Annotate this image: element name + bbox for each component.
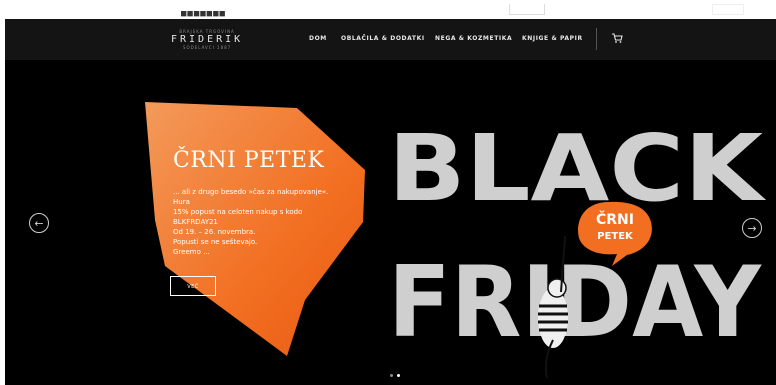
slider-pagination — [390, 362, 404, 381]
browser-top-strip: ■■■■■■■ — [0, 0, 776, 19]
nav-item-oblacila[interactable]: OBLAČILA & DODATKI — [341, 35, 425, 42]
placeholder-dots: ■■■■■■■ — [181, 9, 226, 19]
badge-line2: PETEK — [597, 231, 634, 242]
nav-item-nega[interactable]: NEGA & KOZMETIKA — [435, 35, 512, 42]
promo-title: ČRNI PETEK — [173, 148, 325, 173]
logo-line3: SODELAVCI 1887 — [182, 45, 232, 50]
cart-icon[interactable] — [611, 32, 623, 44]
promo-text: ... ali z drugo besedo »čas za nakupovan… — [173, 188, 329, 256]
pager-dot-2[interactable] — [397, 374, 400, 377]
hero-slider: BLACK FRIDAY ČRNI PETEK ČRNI PETEK ... a… — [5, 60, 776, 385]
nav-item-knjige[interactable]: KNJIGE & PAPIR — [522, 35, 583, 42]
banner-friday-text: FRIDAY — [388, 246, 762, 360]
more-button[interactable]: VEČ — [170, 276, 216, 296]
site-header: BRAJSKA TRGOVINA FRIDERIK SODELAVCI 1887… — [5, 19, 776, 61]
hero-artwork: BLACK FRIDAY ČRNI PETEK — [145, 102, 767, 379]
site-logo[interactable]: BRAJSKA TRGOVINA FRIDERIK SODELAVCI 1887 — [171, 29, 243, 50]
pager-dot-1[interactable] — [390, 374, 393, 377]
nav-divider — [596, 28, 597, 50]
badge-line1: ČRNI — [596, 210, 634, 228]
logo-name: FRIDERIK — [171, 34, 244, 45]
top-tab-right — [712, 4, 744, 15]
arrow-right-icon[interactable]: → — [742, 218, 762, 238]
nav-item-dom[interactable]: DOM — [309, 35, 327, 42]
arrow-left-icon[interactable]: ← — [29, 213, 49, 233]
banner-black-text: BLACK — [388, 115, 767, 222]
top-tab — [509, 4, 545, 15]
